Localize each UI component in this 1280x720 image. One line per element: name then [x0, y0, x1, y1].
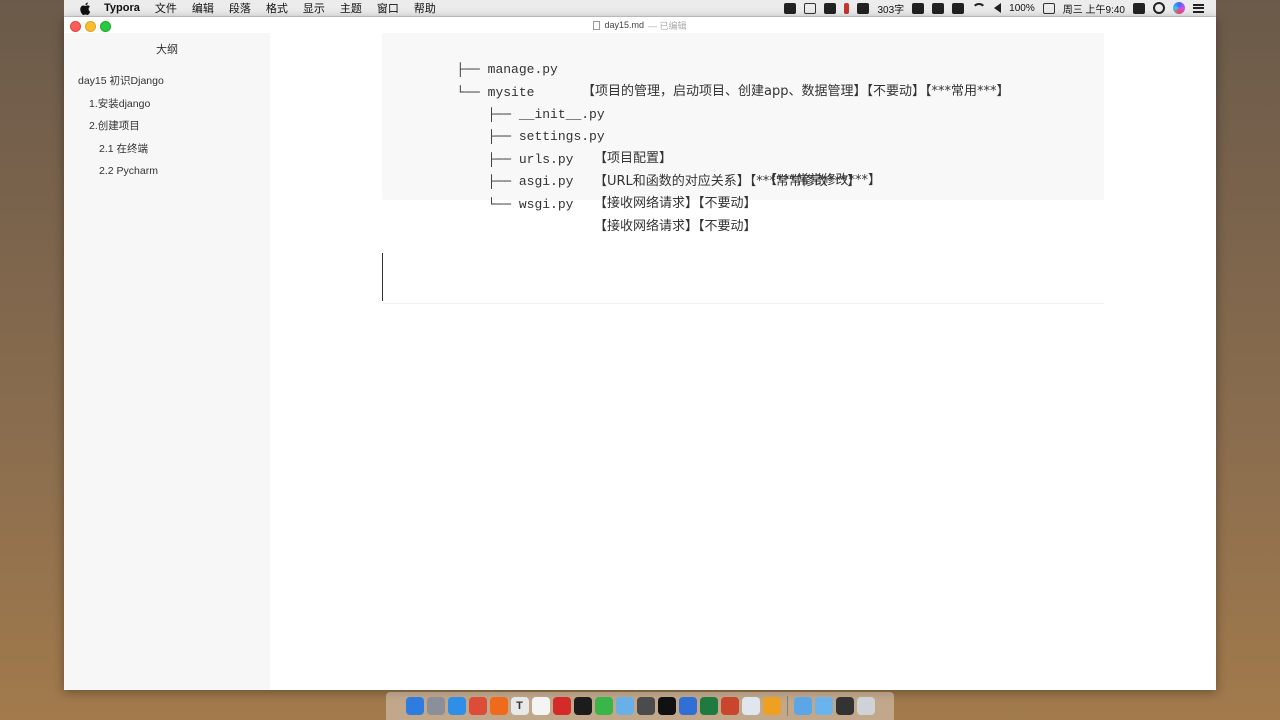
- menu-bar: Typora 文件 编辑 段落 格式 显示 主题 窗口 帮助 303字 100%…: [64, 0, 1216, 17]
- code-line: ├── asgi.py 【接收网络请求】【不要动】: [394, 149, 757, 211]
- menu-edit[interactable]: 编辑: [192, 0, 214, 16]
- menu-file[interactable]: 文件: [155, 0, 177, 16]
- code-line: ├── __init__.py: [394, 82, 605, 122]
- document-title: day15.md — 已编辑: [593, 19, 687, 32]
- code-comment: 【URL和函数的对应关系】【***常常修改***】: [594, 174, 861, 189]
- code-line: └── wsgi.py 【接收网络请求】【不要动】: [394, 172, 757, 234]
- outline-sidebar: 大纲 day15 初识Django 1.安装django 2.创建项目 2.1 …: [64, 33, 271, 690]
- powerpoint-icon[interactable]: [720, 697, 739, 715]
- finder-icon[interactable]: [405, 697, 424, 715]
- dock-separator: [786, 696, 788, 716]
- netease-music-icon[interactable]: [552, 697, 571, 715]
- volume-icon[interactable]: [994, 3, 1002, 13]
- excel-icon[interactable]: [699, 697, 718, 715]
- outline-item-terminal[interactable]: 2.1 在终端: [64, 138, 270, 161]
- photos-icon[interactable]: [741, 697, 760, 715]
- chrome-icon[interactable]: [468, 697, 487, 715]
- apple-icon[interactable]: [78, 1, 92, 15]
- menu-help[interactable]: 帮助: [414, 0, 436, 16]
- code-comment: 【接收网络请求】【不要动】: [594, 196, 757, 211]
- status-area: 303字 100% 周三 上午9:40: [784, 1, 1216, 16]
- firefox-icon[interactable]: [489, 697, 508, 715]
- code-line: ├── urls.py 【URL和函数的对应关系】【***常常修改***】: [394, 127, 861, 189]
- tree-branch: └──: [456, 197, 519, 212]
- document-filename: day15.md: [604, 20, 644, 30]
- menu-app-name[interactable]: Typora: [104, 2, 140, 14]
- outline-item-install-django[interactable]: 1.安装django: [64, 93, 270, 116]
- menu-paragraph[interactable]: 段落: [229, 0, 251, 16]
- file-name: wsgi.py: [518, 197, 574, 212]
- code-comment: 【项目配置】: [594, 151, 673, 166]
- title-bar[interactable]: day15.md — 已编辑: [64, 17, 1216, 33]
- calendar-icon[interactable]: [531, 697, 550, 715]
- menu-format[interactable]: 格式: [266, 0, 288, 16]
- outline-list: day15 初识Django 1.安装django 2.创建项目 2.1 在终端…: [64, 70, 270, 183]
- menu-theme[interactable]: 主题: [340, 0, 362, 16]
- preview-icon[interactable]: [615, 697, 634, 715]
- search-icon[interactable]: [1153, 2, 1165, 14]
- siri-icon[interactable]: [1173, 2, 1185, 14]
- typora-window: day15.md — 已编辑 大纲 day15 初识Django 1.安装dja…: [64, 17, 1216, 690]
- notification-center-icon[interactable]: [1193, 3, 1204, 13]
- editor-area[interactable]: ├── manage.py 【项目的管理，启动项目、创建app、数据管理】【不要…: [270, 33, 1216, 690]
- folder-icon[interactable]: [793, 697, 812, 715]
- maximize-button[interactable]: [100, 21, 111, 32]
- folder2-icon[interactable]: [814, 697, 833, 715]
- empty-paragraph[interactable]: [382, 253, 1104, 304]
- wifi-icon[interactable]: [972, 3, 987, 13]
- app-status-icon[interactable]: [857, 2, 870, 14]
- spotlight-app-icon[interactable]: [1133, 2, 1145, 14]
- minimize-button[interactable]: [85, 21, 96, 32]
- safari-icon[interactable]: [447, 697, 466, 715]
- text-cursor: [382, 253, 383, 301]
- typora-icon[interactable]: T: [510, 697, 529, 715]
- battery-icon[interactable]: [1042, 2, 1055, 14]
- group-icon[interactable]: [784, 2, 797, 14]
- file-icon: [593, 20, 601, 30]
- outline-title: 大纲: [156, 44, 178, 56]
- status-icon-1[interactable]: [912, 2, 925, 14]
- xmind-icon[interactable]: [678, 697, 697, 715]
- launchpad-icon[interactable]: [426, 697, 445, 715]
- notes-icon[interactable]: [762, 697, 781, 715]
- code-line: ├── settings.py 【项目配置】 【***常常修改***】: [394, 104, 881, 188]
- trash-icon[interactable]: [856, 697, 875, 715]
- status-icon-2[interactable]: [932, 2, 945, 14]
- document-status: — 已编辑: [648, 20, 687, 31]
- code-block[interactable]: ├── manage.py 【项目的管理，启动项目、创建app、数据管理】【不要…: [382, 33, 1104, 234]
- word-count[interactable]: 303字: [877, 1, 904, 16]
- pycharm-icon[interactable]: [573, 697, 592, 715]
- terminal-icon[interactable]: [657, 697, 676, 715]
- dock: T: [386, 692, 894, 720]
- code-line: └── mysite: [394, 60, 534, 100]
- wechat-icon[interactable]: [594, 697, 613, 715]
- outline-item-create-project[interactable]: 2.创建项目: [64, 115, 270, 138]
- screen-icon[interactable]: [804, 2, 817, 14]
- menu-window[interactable]: 窗口: [377, 0, 399, 16]
- battery-level[interactable]: 100%: [1009, 3, 1035, 14]
- close-button[interactable]: [70, 21, 81, 32]
- code-line: ├── manage.py 【项目的管理，启动项目、创建app、数据管理】【不要…: [394, 37, 1009, 99]
- code-comment: 【接收网络请求】【不要动】: [594, 219, 757, 234]
- wechat-status-icon[interactable]: [824, 2, 837, 14]
- outline-item-day15[interactable]: day15 初识Django: [64, 70, 270, 93]
- recording-icon[interactable]: [844, 2, 850, 14]
- clock[interactable]: 周三 上午9:40: [1063, 1, 1125, 16]
- outline-item-pycharm[interactable]: 2.2 Pycharm: [64, 160, 270, 183]
- input-method-icon[interactable]: [952, 2, 965, 14]
- code-comment: 【项目的管理，启动项目、创建app、数据管理】【不要动】【***常用***】: [582, 84, 1010, 99]
- menu-view[interactable]: 显示: [303, 0, 325, 16]
- sublime-icon[interactable]: [636, 697, 655, 715]
- app-dark-icon[interactable]: [835, 697, 854, 715]
